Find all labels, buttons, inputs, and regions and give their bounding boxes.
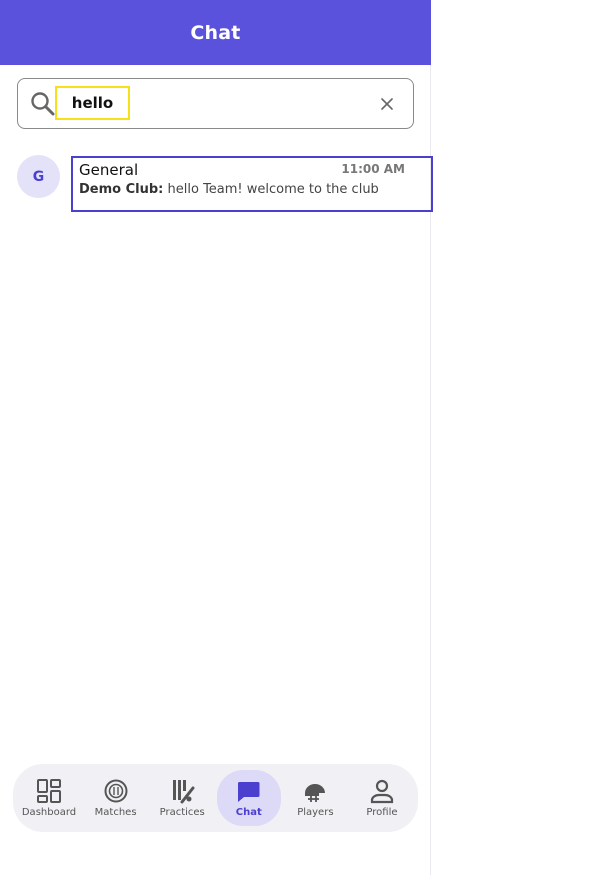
person-icon	[370, 779, 394, 804]
dashboard-icon	[37, 779, 61, 803]
tab-label: Players	[297, 807, 334, 818]
chat-name: General	[79, 161, 139, 179]
cricket-bat-icon	[173, 780, 195, 804]
search-bar[interactable]: hello	[17, 78, 414, 129]
chat-sender: Demo Club:	[79, 182, 164, 197]
app-screen: Chat hello G General 11:00 AM Demo Club:…	[0, 0, 433, 875]
chat-message: hello Team! welcome to the club	[167, 182, 379, 197]
tab-label: Dashboard	[21, 807, 77, 818]
chat-bubble-icon	[237, 782, 260, 802]
search-input[interactable]: hello	[55, 86, 130, 120]
tab-dashboard[interactable]: Dashboard	[17, 770, 81, 826]
chat-preview: Demo Club: hello Team! welcome to the cl…	[79, 182, 379, 197]
tab-matches[interactable]: Matches	[84, 770, 148, 826]
tab-label: Practices	[159, 807, 205, 818]
search-icon	[31, 92, 55, 116]
header-bar: Chat	[0, 0, 431, 65]
helmet-icon	[305, 784, 326, 802]
avatar: G	[17, 155, 60, 198]
tab-label: Profile	[366, 807, 398, 818]
tab-label: Chat	[235, 807, 262, 818]
tab-chat[interactable]: Chat	[216, 770, 281, 826]
bottom-tab-bar: Dashboard Matches Practices Chat Players…	[13, 764, 418, 832]
chat-list-item[interactable]: General 11:00 AM Demo Club: hello Team! …	[71, 156, 433, 212]
page-title: Chat	[190, 21, 241, 44]
tab-label: Matches	[94, 807, 137, 818]
tab-profile[interactable]: Profile	[350, 770, 414, 826]
close-icon[interactable]	[379, 96, 395, 112]
ball-icon	[104, 779, 128, 803]
tab-players[interactable]: Players	[283, 770, 347, 826]
chat-timestamp: 11:00 AM	[341, 162, 405, 176]
tab-practices[interactable]: Practices	[150, 770, 214, 826]
